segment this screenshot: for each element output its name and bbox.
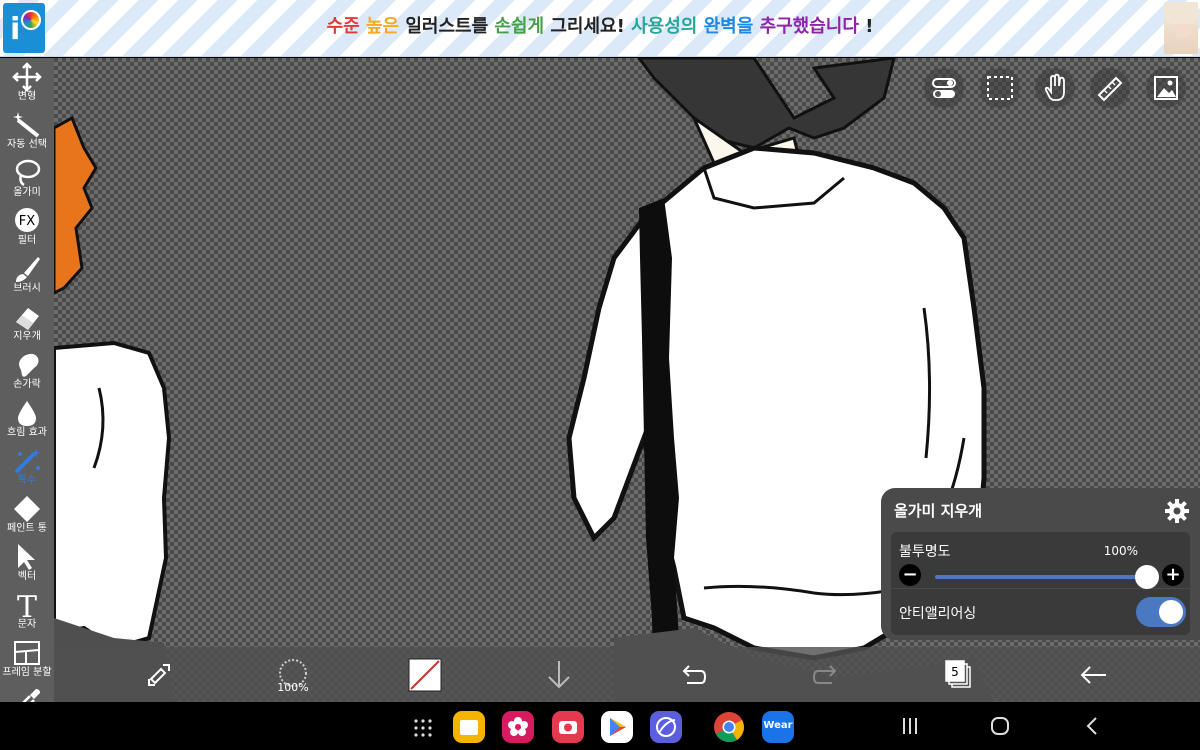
text-icon: T (12, 590, 42, 625)
panel-title: 올가미 지우개 (894, 502, 983, 520)
tool-transform[interactable]: 변형 (0, 60, 54, 108)
tool-label: 벡터 (17, 571, 37, 582)
antialias-row: 안티앨리어싱 (891, 589, 1190, 635)
gallery-icon[interactable] (1146, 68, 1186, 108)
opacity-plus-button[interactable]: + (1162, 564, 1184, 586)
opacity-slider-knob[interactable] (1135, 565, 1159, 589)
tool-vector[interactable]: 벡터 (0, 540, 54, 588)
tool-label: 브러시 (13, 283, 41, 294)
chrome-app[interactable] (713, 711, 745, 743)
tool-filter[interactable]: FX 필터 (0, 204, 54, 252)
toggle-panel-icon[interactable] (924, 68, 964, 108)
opacity-minus-button[interactable]: − (899, 564, 921, 586)
slogan-part: 사용성의 (624, 16, 698, 37)
opacity-row: 불투명도 100% − + (891, 532, 1190, 589)
wear-app-label: Wear (763, 720, 793, 731)
tool-label: 자동 선택 (7, 139, 47, 150)
canvas-icon-bar (924, 68, 1186, 108)
tool-auto-select[interactable]: 자동 선택 (0, 108, 54, 156)
system-navigation-bar: Wear (0, 702, 1200, 750)
selection-icon[interactable] (980, 68, 1020, 108)
banner-avatar (1164, 2, 1198, 54)
color-swatch-icon[interactable] (403, 653, 447, 697)
tool-eraser[interactable]: 지우개 (0, 300, 54, 348)
opacity-label: 불투명도 (899, 544, 951, 560)
banner-slogan: 수준 높은 일러스트를 손쉽게 그리세요! 사용성의 완벽을 추구했습니다 ! (0, 12, 1200, 38)
ad-banner[interactable]: i 수준 높은 일러스트를 손쉽게 그리세요! 사용성의 완벽을 추구했습니다 … (0, 0, 1200, 57)
special-wand-icon (12, 446, 42, 474)
tool-fill[interactable]: 페인트 통 (0, 492, 54, 540)
camera-app[interactable] (552, 711, 584, 743)
slogan-part: 수준 (326, 16, 360, 37)
brush-size-icon[interactable]: 100% (271, 653, 315, 697)
bottom-toolbar: 100% 5 (54, 647, 1200, 702)
lasso-eraser-panel: 올가미 지우개 불투명도 100% − + 안티앨리어싱 (881, 488, 1200, 640)
slogan-part: ! (858, 16, 874, 37)
slogan-part: 손쉽게 (488, 16, 545, 37)
brush-opacity-text: 100% (277, 681, 308, 694)
slogan-part: 그리세요! (544, 16, 625, 37)
layer-count: 5 (951, 665, 959, 679)
tool-eyedropper[interactable] (0, 684, 54, 702)
brush-icon (12, 254, 42, 282)
tool-label: 변형 (17, 91, 37, 102)
hand-icon[interactable] (1035, 68, 1075, 108)
tool-label: 페인트 통 (7, 523, 47, 534)
svg-text:T: T (17, 590, 37, 620)
undo-icon[interactable] (671, 653, 715, 697)
drop-icon (12, 398, 42, 426)
eyedropper-icon (12, 686, 42, 702)
cursor-icon (12, 542, 42, 570)
fx-icon: FX (12, 206, 42, 234)
back-arrow-icon[interactable] (1072, 653, 1116, 697)
tool-palette: 변형자동 선택올가미 FX 필터브러시지우개손가락흐림 효과특수페인트 통벡터 T 문자… (0, 58, 54, 702)
tool-label: 필터 (17, 235, 37, 246)
redo-icon[interactable] (804, 653, 848, 697)
down-arrow-icon[interactable] (537, 653, 581, 697)
app-drawer-icon[interactable] (411, 716, 435, 740)
home-icon[interactable] (988, 714, 1012, 738)
antialias-toggle[interactable] (1136, 597, 1186, 627)
back-icon[interactable] (1080, 714, 1104, 738)
ruler-icon[interactable] (1090, 68, 1130, 108)
tool-label: 지우개 (13, 331, 41, 342)
slogan-part: 완벽을 (697, 16, 754, 37)
opacity-value: 100% (1103, 544, 1138, 558)
play-store-app[interactable] (601, 711, 633, 743)
tool-brush[interactable]: 브러시 (0, 252, 54, 300)
tool-label: 특수 (17, 475, 37, 486)
slogan-part: 일러스트를 (399, 16, 489, 37)
move-arrows-icon (12, 62, 42, 92)
finger-icon (12, 350, 42, 378)
tool-text[interactable]: T 문자 (0, 588, 54, 636)
svg-text:FX: FX (19, 214, 35, 229)
tool-label: 흐림 효과 (7, 427, 47, 438)
frame-divider-icon (12, 638, 42, 666)
tool-label: 프레임 분할 (2, 667, 52, 678)
swap-draw-erase-icon[interactable] (137, 653, 181, 697)
recents-icon[interactable] (898, 714, 922, 738)
internet-app[interactable] (650, 711, 682, 743)
tool-special[interactable]: 특수 (0, 444, 54, 492)
wear-app[interactable]: Wear (762, 711, 794, 743)
tool-blur[interactable]: 흐림 효과 (0, 396, 54, 444)
slogan-part: 높은 (359, 16, 400, 37)
tool-label: 문자 (17, 619, 37, 630)
tool-lasso[interactable]: 올가미 (0, 156, 54, 204)
tool-label: 올가미 (13, 187, 41, 198)
paint-bucket-icon (12, 494, 42, 522)
files-app[interactable] (453, 711, 485, 743)
tool-smudge[interactable]: 손가락 (0, 348, 54, 396)
gear-icon[interactable] (1164, 498, 1190, 524)
layers-icon[interactable]: 5 (938, 653, 982, 697)
antialias-label: 안티앨리어싱 (899, 606, 977, 622)
slogan-part: 추구했습니다 (753, 16, 859, 37)
opacity-slider-track[interactable] (935, 575, 1143, 579)
tool-frame[interactable]: 프레임 분할 (0, 636, 54, 684)
flower-app[interactable] (502, 711, 534, 743)
lasso-icon (12, 158, 42, 187)
eraser-icon (12, 302, 42, 330)
magic-wand-icon (12, 110, 42, 138)
tool-label: 손가락 (13, 379, 41, 390)
